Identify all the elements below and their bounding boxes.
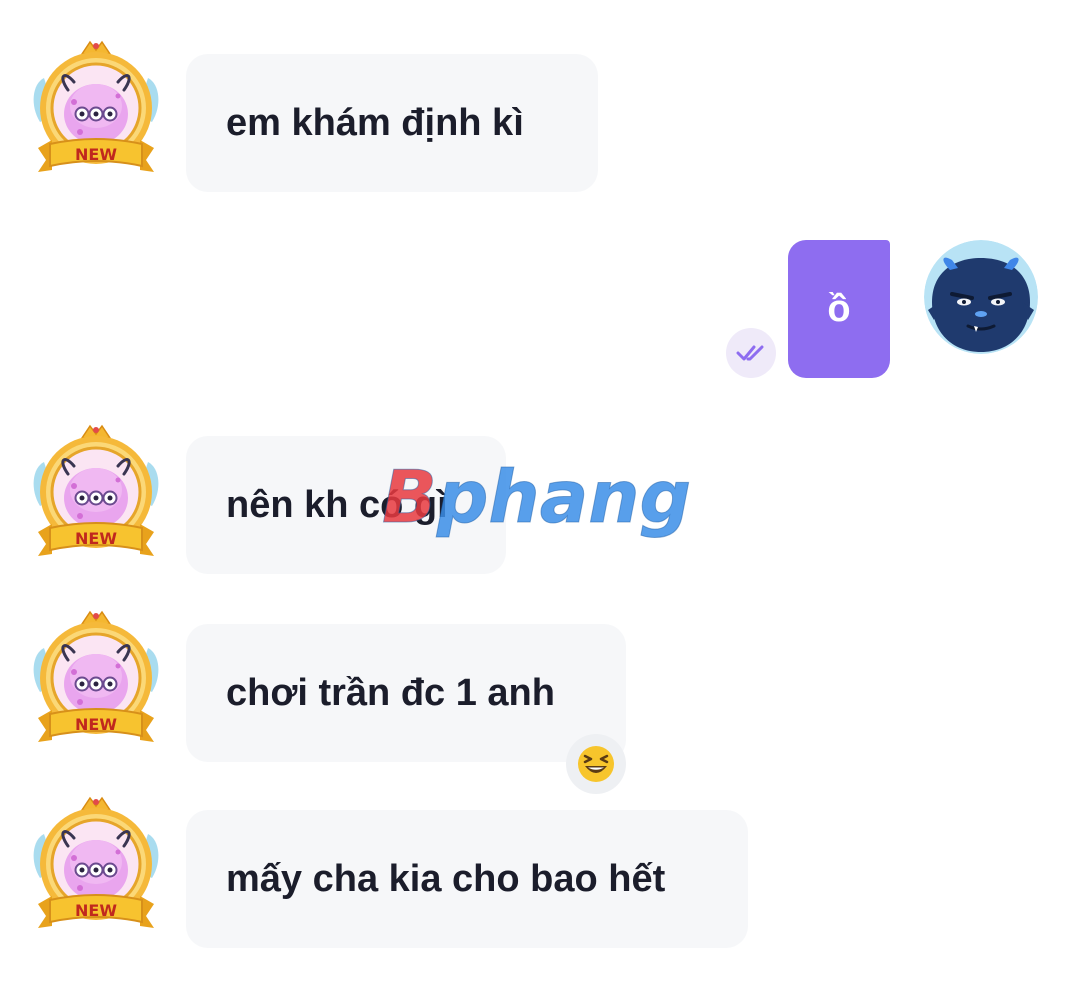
message-text: nên kh có gì xyxy=(226,483,448,526)
message-text: ồ xyxy=(827,287,851,330)
new-badge-label: NEW xyxy=(75,145,117,164)
read-receipt xyxy=(726,328,776,378)
laughing-emoji-icon xyxy=(578,746,614,782)
new-badge-label: NEW xyxy=(75,901,117,920)
message-bubble[interactable]: em khám định kì xyxy=(186,54,598,192)
my-avatar[interactable] xyxy=(924,240,1038,354)
message-bubble[interactable]: nên kh có gì xyxy=(186,436,506,574)
message-text: chơi trần đc 1 anh xyxy=(226,671,555,714)
blue-monster-avatar-icon xyxy=(924,240,1038,354)
message-text: em khám định kì xyxy=(226,101,524,144)
sender-avatar[interactable]: NEW xyxy=(30,796,162,932)
message-text: mấy cha kia cho bao hết xyxy=(226,857,666,900)
sender-avatar[interactable]: NEW xyxy=(30,424,162,560)
new-badge-label: NEW xyxy=(75,715,117,734)
new-badge-label: NEW xyxy=(75,529,117,548)
reaction-badge[interactable] xyxy=(566,734,626,794)
sender-avatar[interactable]: NEW xyxy=(30,610,162,746)
sender-avatar[interactable]: NEW xyxy=(30,40,162,176)
message-bubble[interactable]: mấy cha kia cho bao hết xyxy=(186,810,748,948)
my-message-bubble[interactable]: ồ xyxy=(788,240,890,378)
double-check-icon xyxy=(736,345,764,361)
message-bubble[interactable]: chơi trần đc 1 anh xyxy=(186,624,626,762)
